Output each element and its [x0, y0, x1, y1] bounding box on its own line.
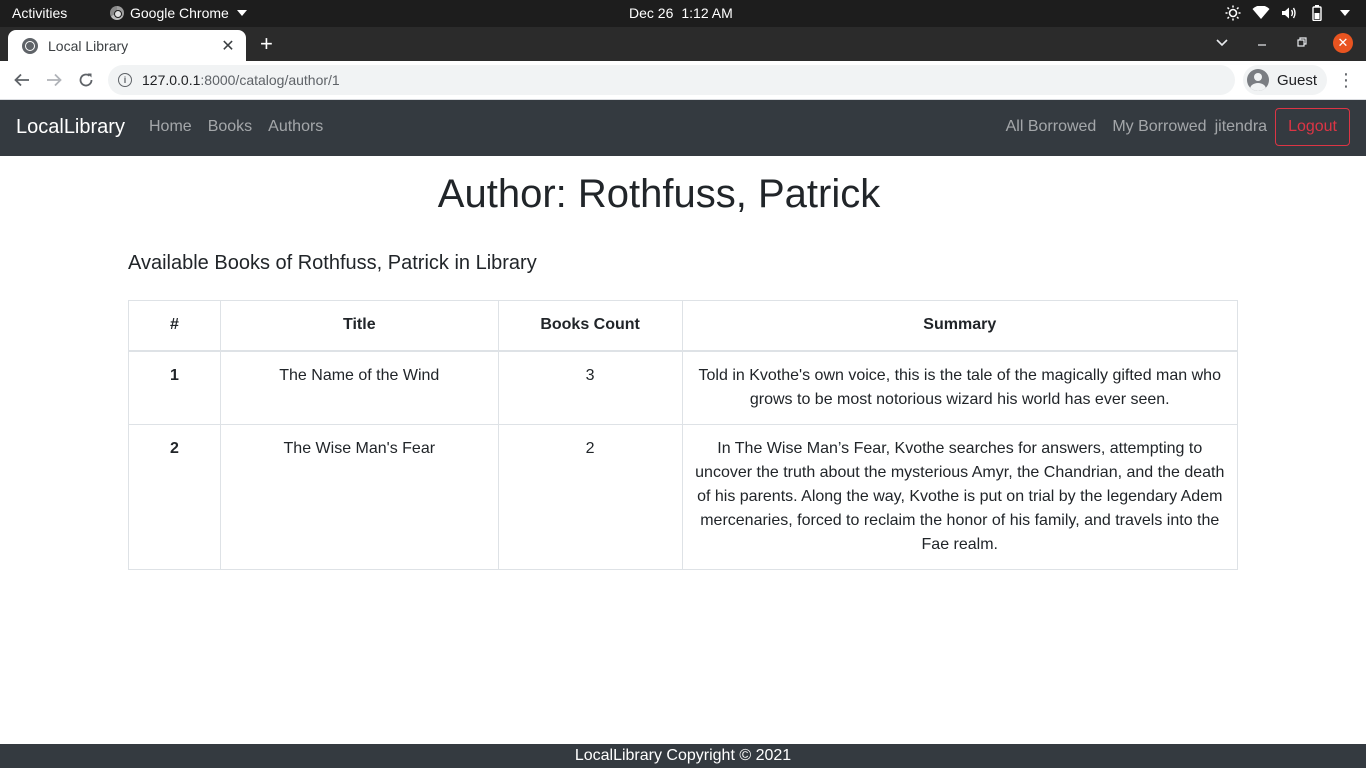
- column-header-summary: Summary: [681, 300, 1239, 352]
- tab-search-icon[interactable]: [1216, 34, 1228, 50]
- more-menu-icon[interactable]: ⋮: [1337, 71, 1355, 89]
- system-tray[interactable]: [1224, 4, 1354, 22]
- nav-link-authors[interactable]: Authors: [268, 118, 323, 136]
- url-host: 127.0.0.1: [142, 72, 201, 88]
- site-navbar: LocalLibrary Home Books Authors All Borr…: [0, 100, 1366, 156]
- clock-date: Dec 26: [629, 5, 674, 21]
- forward-arrow-icon[interactable]: [43, 69, 65, 91]
- column-header-books-count: Books Count: [497, 300, 683, 352]
- app-menu-label: Google Chrome: [130, 5, 229, 21]
- site-info-icon[interactable]: i: [118, 73, 132, 87]
- book-count: 3: [497, 350, 683, 425]
- brand-link[interactable]: LocalLibrary: [16, 116, 125, 139]
- book-title: The Name of the Wind: [219, 350, 499, 425]
- back-arrow-icon[interactable]: [11, 69, 33, 91]
- book-summary: In The Wise Man’s Fear, Kvothe searches …: [681, 423, 1239, 570]
- table-row: 2 The Wise Man's Fear 2 In The Wise Man’…: [128, 423, 1239, 570]
- clock[interactable]: Dec 26 1:12 AM: [629, 5, 733, 21]
- volume-icon: [1280, 4, 1298, 22]
- logout-button[interactable]: Logout: [1275, 108, 1350, 146]
- profile-label: Guest: [1277, 71, 1318, 89]
- app-menu[interactable]: Google Chrome: [110, 5, 247, 21]
- chrome-icon: [110, 6, 124, 20]
- nav-link-my-borrowed[interactable]: My Borrowed: [1112, 118, 1206, 136]
- nav-links: Home Books Authors: [149, 118, 323, 136]
- tab-title: Local Library: [48, 37, 129, 54]
- book-summary: Told in Kvothe's own voice, this is the …: [681, 350, 1239, 425]
- profile-button[interactable]: Guest: [1243, 65, 1328, 95]
- book-title: The Wise Man's Fear: [219, 423, 499, 570]
- page-title: Author: Rothfuss, Patrick: [437, 172, 881, 216]
- column-header-number: #: [128, 300, 221, 352]
- brightness-icon: [1224, 4, 1242, 22]
- page-footer: LocalLibrary Copyright © 2021: [0, 744, 1366, 768]
- caret-down-icon: [236, 10, 247, 16]
- new-tab-button[interactable]: +: [260, 33, 273, 55]
- reload-icon[interactable]: [75, 69, 97, 91]
- avatar-icon: [1247, 69, 1269, 91]
- restore-icon[interactable]: [1297, 34, 1307, 50]
- table-row: 1 The Name of the Wind 3 Told in Kvothe'…: [128, 350, 1239, 425]
- nav-link-books[interactable]: Books: [208, 118, 252, 136]
- book-count: 2: [497, 423, 683, 570]
- url-path: :8000/catalog/author/1: [200, 72, 340, 88]
- power-caret-icon: [1336, 4, 1354, 22]
- books-table: # Title Books Count Summary 1 The Name o…: [128, 300, 1239, 570]
- browser-tab[interactable]: Local Library ✕: [8, 30, 246, 61]
- section-subheading: Available Books of Rothfuss, Patrick in …: [128, 252, 537, 274]
- tab-close-icon[interactable]: ✕: [220, 36, 236, 56]
- column-header-title: Title: [219, 300, 499, 352]
- system-top-bar: Activities Google Chrome Dec 26 1:12 AM: [0, 0, 1366, 27]
- nav-username[interactable]: jitendra: [1215, 118, 1267, 136]
- nav-link-home[interactable]: Home: [149, 118, 192, 136]
- wifi-icon: [1252, 4, 1270, 22]
- nav-link-all-borrowed[interactable]: All Borrowed: [1006, 118, 1097, 136]
- row-number: 2: [128, 423, 221, 570]
- browser-toolbar: i 127.0.0.1 :8000/catalog/author/1 Guest…: [0, 61, 1366, 100]
- browser-tab-strip: Local Library ✕ + ✕: [0, 27, 1366, 61]
- address-bar[interactable]: i 127.0.0.1 :8000/catalog/author/1: [108, 65, 1235, 95]
- clock-time: 1:12 AM: [681, 5, 733, 21]
- battery-icon: [1308, 4, 1326, 22]
- minimize-icon[interactable]: [1257, 34, 1267, 50]
- activities-button[interactable]: Activities: [12, 5, 67, 21]
- row-number: 1: [128, 350, 221, 425]
- table-header-row: # Title Books Count Summary: [128, 300, 1239, 352]
- globe-icon: [22, 37, 38, 54]
- window-close-icon[interactable]: ✕: [1333, 33, 1353, 53]
- nav-right: All Borrowed My Borrowed jitendra Logout: [1006, 108, 1350, 146]
